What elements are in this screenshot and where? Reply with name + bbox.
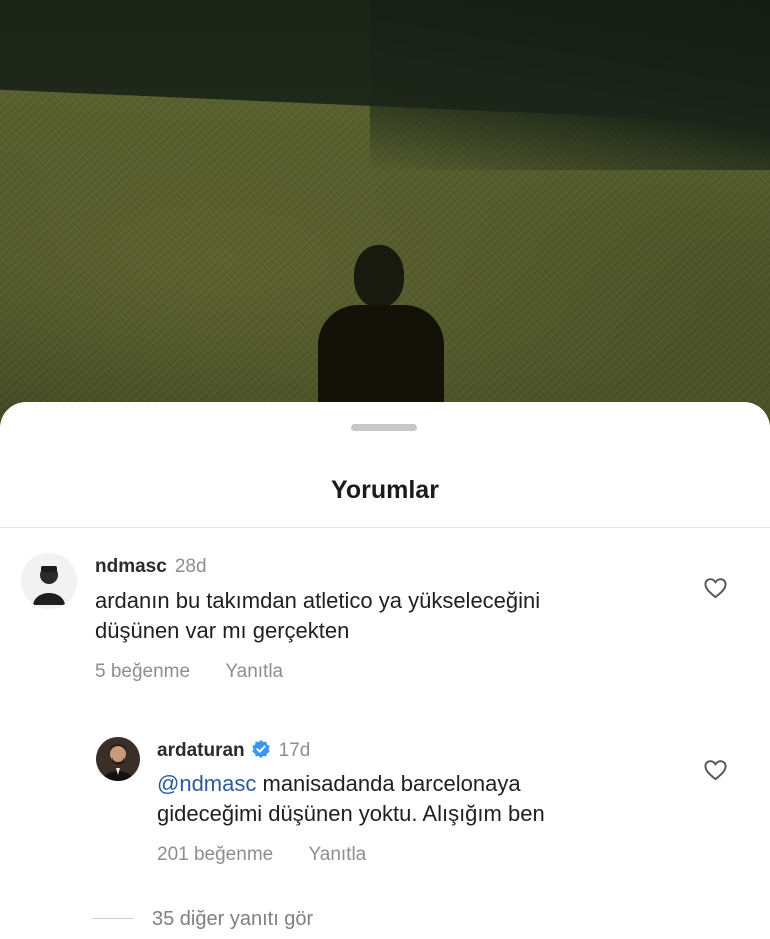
reply-actions: 201 beğenme Yanıtla	[157, 844, 366, 866]
reply-time: 17d	[278, 740, 311, 761]
likes-count[interactable]: 201 beğenme	[157, 844, 273, 866]
reply-item: ardaturan 17d @ndmasc manisadanda barcel…	[0, 402, 770, 882]
view-more-replies[interactable]: 35 diğer yanıtı gör	[92, 908, 313, 931]
reply-text: @ndmasc manisadanda barcelonaya gideceği…	[157, 769, 677, 829]
avatar-image	[96, 737, 140, 781]
shadow-area	[370, 0, 770, 170]
post-background-image	[0, 0, 770, 430]
mention-link[interactable]: @ndmasc	[157, 771, 256, 796]
reply-text-line: @ndmasc manisadanda barcelonaya	[157, 769, 677, 799]
replies-line-divider	[92, 918, 134, 919]
verified-badge-icon	[251, 740, 270, 758]
comments-sheet: Yorumlar ndmasc 28d ardanın bu takımdan a…	[0, 402, 770, 939]
reply-username[interactable]: ardaturan	[157, 740, 245, 761]
reply-button[interactable]: Yanıtla	[309, 844, 367, 866]
reply-text-line: gideceğimi düşünen yoktu. Alışığım ben	[157, 801, 545, 826]
view-more-replies-label[interactable]: 35 diğer yanıtı gör	[152, 908, 313, 930]
avatar[interactable]	[96, 737, 140, 781]
reply-meta: ardaturan 17d	[157, 739, 310, 762]
person-silhouette-head	[354, 245, 404, 307]
reply-text-part: manisadanda barcelonaya	[262, 771, 521, 796]
heart-outline-icon[interactable]	[704, 759, 727, 781]
